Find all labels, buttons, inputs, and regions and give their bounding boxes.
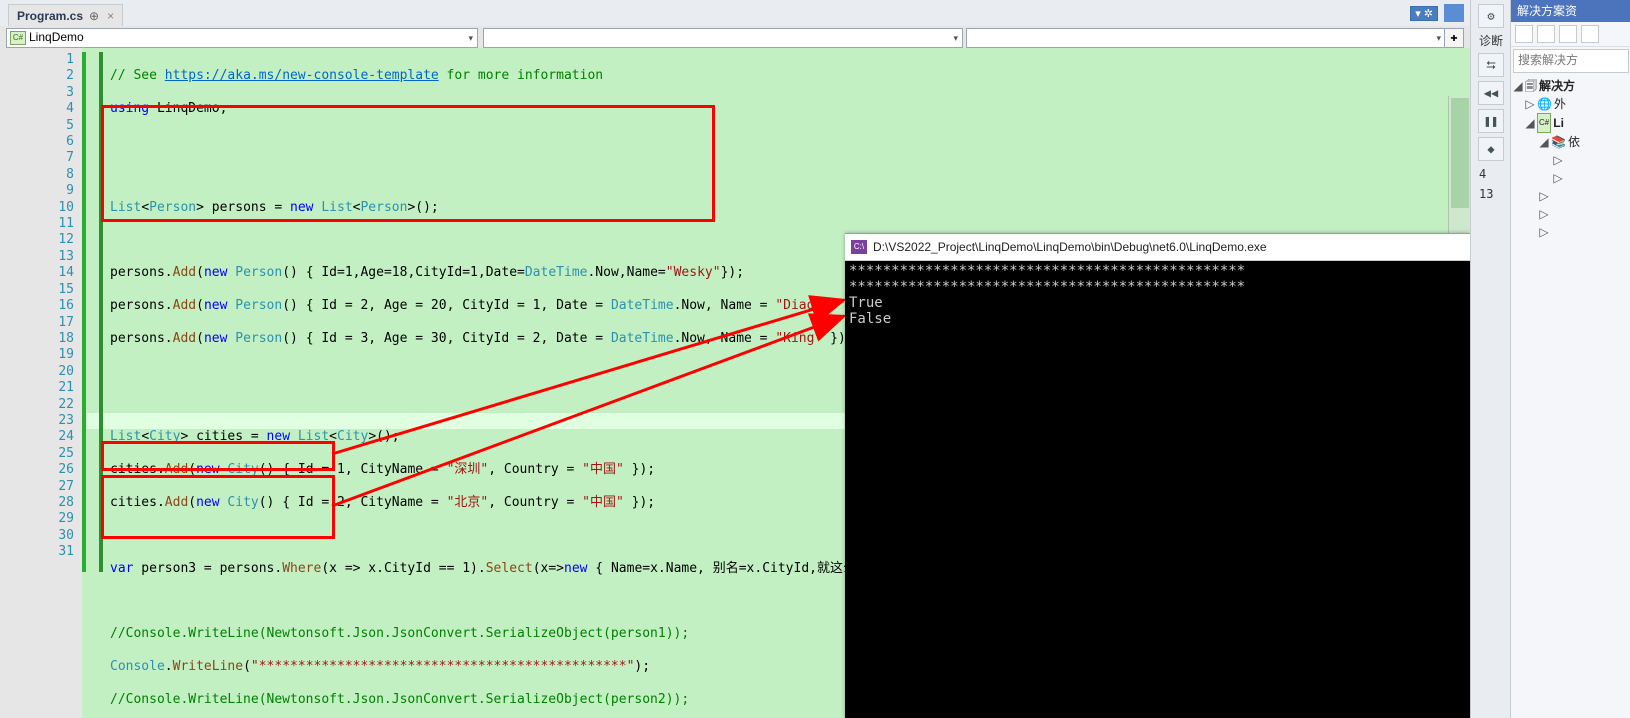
navigation-bar: C# LinqDemo ✚ <box>0 26 1470 49</box>
line-number-gutter: 1234567891011121314151617181920212223242… <box>0 48 82 718</box>
type-dropdown[interactable] <box>483 28 963 48</box>
solution-explorer[interactable]: 解决方案资 搜索解决方 ◢🗐解决方 ▷🌐外 ◢C#Li ◢📚依 ▷ ▷ ▷ ▷ … <box>1510 0 1630 718</box>
document-tabstrip: Program.cs ⊕ × ▾ ✲ <box>0 0 1470 27</box>
swap-button[interactable]: ⮀ <box>1478 53 1504 77</box>
right-toolbar: ⚙ 诊断 ⮀ ◀◀ ❚❚ ◆ 4 13 <box>1470 0 1511 718</box>
link-template[interactable]: https://aka.ms/new-console-template <box>165 68 439 83</box>
app-root: Program.cs ⊕ × ▾ ✲ C# LinqDemo ✚ 1234567… <box>0 0 1630 718</box>
tab-program-cs[interactable]: Program.cs ⊕ × <box>8 4 123 27</box>
console-titlebar[interactable]: C:\ D:\VS2022_Project\LinqDemo\LinqDemo\… <box>845 234 1470 261</box>
change-margin <box>82 52 86 572</box>
sol-tool-3[interactable] <box>1559 25 1577 43</box>
solution-explorer-header[interactable]: 解决方案资 <box>1511 0 1630 22</box>
split-button[interactable]: ✚ <box>1444 28 1464 48</box>
csharp-icon: C# <box>10 31 26 45</box>
code-text[interactable]: // See https://aka.ms/new-console-templa… <box>110 52 939 718</box>
sol-tool-1[interactable] <box>1515 25 1533 43</box>
scroll-thumb[interactable] <box>1451 98 1469 208</box>
pause-button[interactable]: ❚❚ <box>1478 109 1504 133</box>
pin-icon[interactable]: ⊕ <box>89 9 99 23</box>
diagnostics-label[interactable]: 诊断 <box>1471 32 1511 49</box>
sol-tool-2[interactable] <box>1537 25 1555 43</box>
console-output: ****************************************… <box>845 261 1470 329</box>
console-icon: C:\ <box>851 240 867 254</box>
namespace-dropdown[interactable]: C# LinqDemo <box>6 28 478 48</box>
solution-search[interactable]: 搜索解决方 <box>1513 49 1629 73</box>
console-window[interactable]: C:\ D:\VS2022_Project\LinqDemo\LinqDemo\… <box>845 233 1470 718</box>
solution-toolbar <box>1511 22 1630 47</box>
sol-tool-4[interactable] <box>1581 25 1599 43</box>
namespace-label: LinqDemo <box>29 30 84 44</box>
settings-button[interactable]: ⚙ <box>1478 4 1504 28</box>
console-title: D:\VS2022_Project\LinqDemo\LinqDemo\bin\… <box>873 240 1267 254</box>
outline-margin <box>99 52 103 572</box>
tab-title: Program.cs <box>17 9 83 23</box>
tab-options-button[interactable]: ▾ ✲ <box>1410 6 1438 21</box>
marker-button[interactable]: ◆ <box>1478 137 1504 161</box>
close-icon[interactable]: × <box>107 9 114 23</box>
tab-well-button[interactable] <box>1444 4 1464 22</box>
marker-count-13: 13 <box>1471 187 1511 201</box>
member-dropdown[interactable] <box>966 28 1446 48</box>
rewind-button[interactable]: ◀◀ <box>1478 81 1504 105</box>
solution-tree[interactable]: ◢🗐解决方 ▷🌐外 ◢C#Li ◢📚依 ▷ ▷ ▷ ▷ ▷ <box>1511 75 1630 241</box>
marker-count-4: 4 <box>1471 167 1511 181</box>
